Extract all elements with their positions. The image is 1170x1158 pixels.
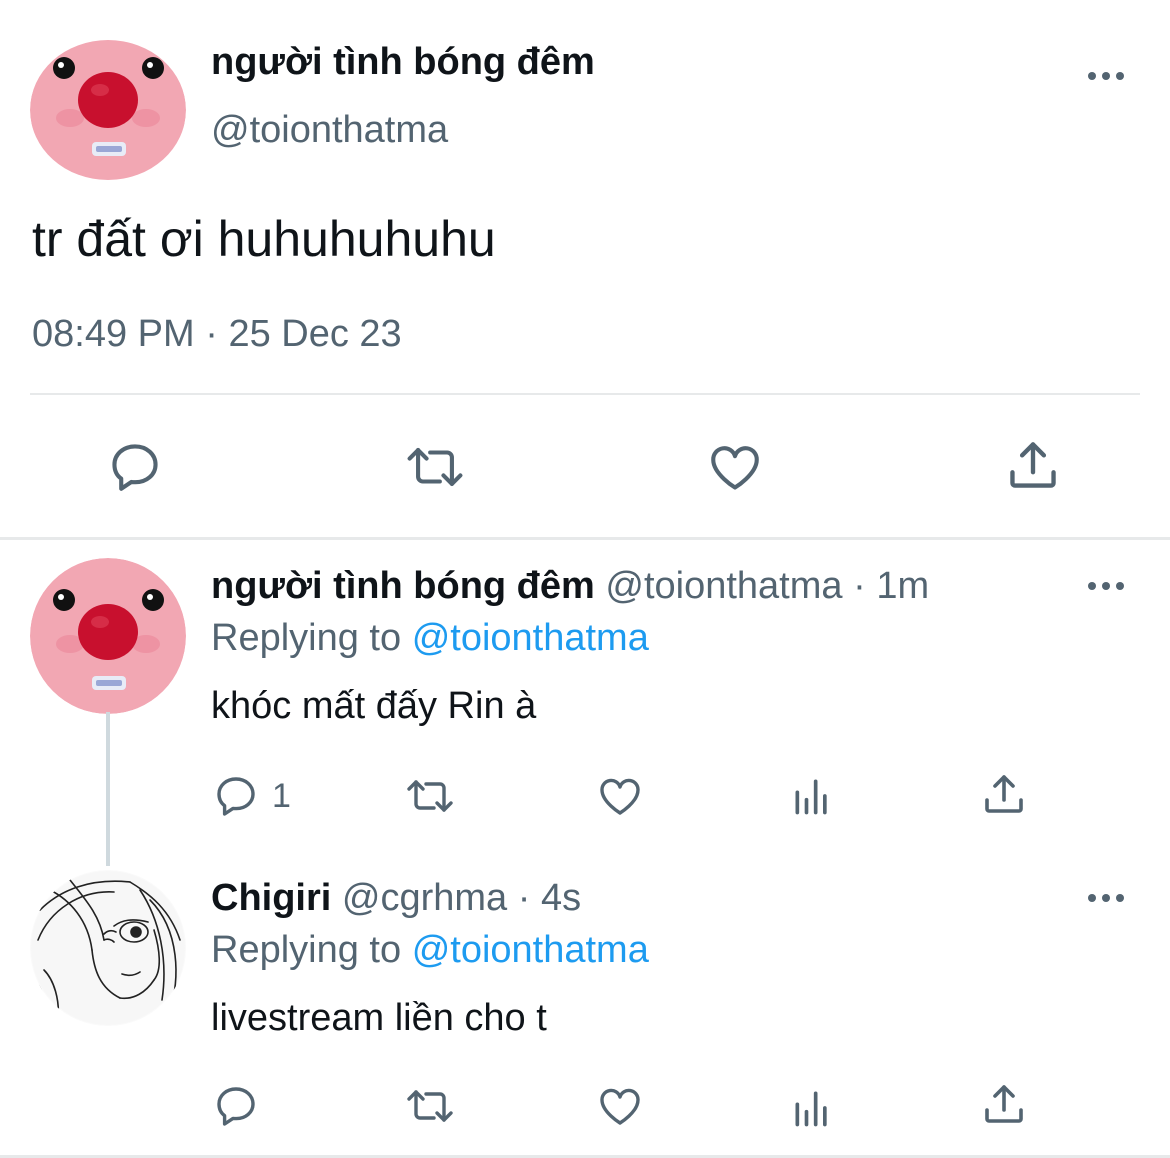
tweet-text: tr đất ơi huhuhuhuhu: [32, 211, 496, 267]
like-icon[interactable]: [596, 772, 644, 820]
separator: ·: [205, 313, 218, 355]
tweet-date: 25 Dec 23: [228, 313, 402, 355]
divider: [30, 393, 1140, 395]
analytics-icon[interactable]: [790, 774, 834, 818]
avatar[interactable]: [30, 870, 186, 1026]
share-icon[interactable]: [980, 770, 1028, 818]
separator: ·: [853, 565, 866, 607]
more-icon[interactable]: [1086, 66, 1130, 86]
tweet-text: livestream liền cho t: [211, 997, 547, 1039]
replying-label: Replying to: [211, 929, 402, 971]
more-icon[interactable]: [1086, 576, 1130, 596]
retweet-icon[interactable]: [402, 438, 468, 496]
display-name[interactable]: người tình bóng đêm: [211, 40, 595, 84]
tweet-age[interactable]: 4s: [541, 877, 581, 919]
like-icon[interactable]: [706, 438, 764, 496]
reply-icon[interactable]: [106, 438, 164, 496]
handle[interactable]: @cgrhma: [342, 877, 507, 919]
handle[interactable]: @toionthatma: [605, 565, 842, 607]
display-name[interactable]: Chigiri: [211, 877, 331, 919]
display-name[interactable]: người tình bóng đêm: [211, 565, 595, 607]
avatar[interactable]: [30, 40, 186, 180]
replying-handle-link[interactable]: @toionthatma: [412, 617, 649, 659]
retweet-icon[interactable]: [402, 1082, 458, 1130]
share-icon[interactable]: [980, 1080, 1028, 1128]
replying-to: Replying to @toionthatma: [211, 928, 649, 972]
reply-icon[interactable]: [212, 772, 260, 820]
replying-to: Replying to @toionthatma: [211, 616, 649, 660]
share-icon[interactable]: [1004, 436, 1062, 494]
avatar[interactable]: [30, 558, 186, 714]
tweet-age[interactable]: 1m: [876, 565, 929, 607]
handle[interactable]: @toionthatma: [211, 108, 448, 152]
separator: ·: [517, 877, 531, 919]
tweet-timestamp: 08:49 PM · 25 Dec 23: [32, 312, 402, 356]
reply-count: 1: [272, 777, 291, 815]
retweet-icon[interactable]: [402, 772, 458, 820]
reply-icon[interactable]: [212, 1082, 260, 1130]
more-icon[interactable]: [1086, 888, 1130, 908]
reply-header: người tình bóng đêm @toionthatma · 1m: [211, 564, 929, 608]
reply-header: Chigiri @cgrhma · 4s: [211, 876, 581, 920]
analytics-icon[interactable]: [790, 1086, 834, 1130]
section-divider: [0, 537, 1170, 540]
replying-label: Replying to: [211, 617, 402, 659]
tweet-time: 08:49 PM: [32, 313, 195, 355]
replying-handle-link[interactable]: @toionthatma: [412, 929, 649, 971]
tweet-text: khóc mất đấy Rin à: [211, 685, 537, 727]
like-icon[interactable]: [596, 1082, 644, 1130]
thread-line: [106, 712, 110, 866]
